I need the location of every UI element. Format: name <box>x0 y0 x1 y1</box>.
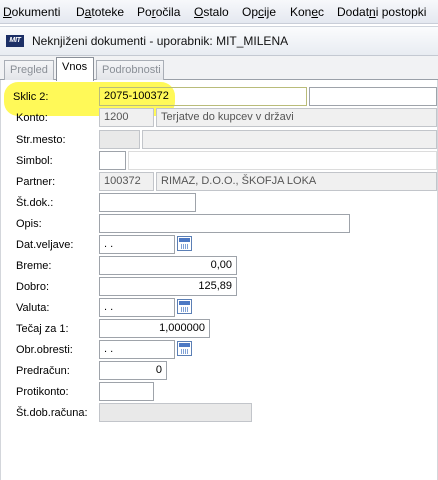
row-st-dob-racuna: Št.dob.računa: <box>0 403 438 423</box>
partner-code-field[interactable]: 100372 <box>99 172 154 191</box>
menu-porocila[interactable]: Poročila <box>137 5 180 19</box>
row-obr-obresti: Obr.obresti: . . <box>0 340 438 360</box>
obr-obresti-input[interactable]: . . <box>99 340 175 359</box>
predracun-label: Predračun: <box>16 365 70 377</box>
protikonto-label: Protikonto: <box>16 386 69 398</box>
sklic-input[interactable]: 2075-100372 <box>99 87 307 106</box>
row-tecaj: Tečaj za 1: 1,000000 <box>0 319 438 339</box>
sklic-extra-field[interactable] <box>309 87 437 106</box>
obr-obresti-label: Obr.obresti: <box>16 344 73 356</box>
protikonto-input[interactable] <box>99 382 154 401</box>
row-dobro: Dobro: 125,89 <box>0 277 438 297</box>
dat-veljave-input[interactable]: . . <box>99 235 175 254</box>
breme-input[interactable]: 0,00 <box>99 256 237 275</box>
opis-input[interactable] <box>99 214 350 233</box>
konto-label: Konto: <box>16 112 48 124</box>
simbol-description-field <box>128 151 437 170</box>
row-partner: Partner: 100372 RIMAZ, D.O.O., ŠKOFJA LO… <box>0 172 438 192</box>
menu-dodatni-postopki[interactable]: Dodatni postopki <box>337 5 426 19</box>
dat-veljave-label: Dat.veljave: <box>16 239 74 251</box>
row-sklic: Sklic 2: 2075-100372 <box>0 87 438 107</box>
tab-strip: Pregled Vnos Podrobnosti <box>0 56 438 81</box>
st-dob-racuna-input[interactable] <box>99 403 252 422</box>
sklic-label: Sklic 2: <box>13 91 49 103</box>
row-valuta: Valuta: . . <box>0 298 438 318</box>
opis-label: Opis: <box>16 218 42 230</box>
valuta-calendar-icon[interactable] <box>177 299 192 314</box>
tecaj-input[interactable]: 1,000000 <box>99 319 210 338</box>
menu-konec[interactable]: Konec <box>290 5 324 19</box>
window-title: Neknjiženi dokumenti - uporabnik: MIT_MI… <box>32 34 289 48</box>
konto-code-field[interactable]: 1200 <box>99 108 154 127</box>
valuta-label: Valuta: <box>16 302 50 314</box>
tab-podrobnosti[interactable]: Podrobnosti <box>96 60 164 80</box>
row-opis: Opis: <box>0 214 438 234</box>
menu-ostalo[interactable]: Ostalo <box>194 5 229 19</box>
valuta-input[interactable]: . . <box>99 298 175 317</box>
str-mesto-description-field <box>142 130 437 149</box>
menu-dokumenti[interactable]: Dokumenti <box>3 5 60 19</box>
breme-label: Breme: <box>16 260 52 272</box>
row-breme: Breme: 0,00 <box>0 256 438 276</box>
row-dat-veljave: Dat.veljave: . . <box>0 235 438 255</box>
window-title-bar: MIT Neknjiženi dokumenti - uporabnik: MI… <box>0 26 438 56</box>
dat-veljave-calendar-icon[interactable] <box>177 236 192 251</box>
konto-description-field: Terjatve do kupcev v državi <box>156 108 437 127</box>
row-predracun: Predračun: 0 <box>0 361 438 381</box>
simbol-input[interactable] <box>99 151 126 170</box>
menu-bar: Dokumenti Datoteke Poročila Ostalo Opcij… <box>0 0 438 24</box>
predracun-input[interactable]: 0 <box>99 361 167 380</box>
str-mesto-code-field[interactable] <box>99 130 140 149</box>
partner-description-field: RIMAZ, D.O.O., ŠKOFJA LOKA <box>156 172 437 191</box>
row-simbol: Simbol: <box>0 151 438 171</box>
st-dok-input[interactable] <box>99 193 196 212</box>
dobro-input[interactable]: 125,89 <box>99 277 237 296</box>
row-st-dok: Št.dok.: <box>0 193 438 213</box>
app-logo-icon: MIT <box>6 35 24 47</box>
st-dob-racuna-label: Št.dob.računa: <box>16 407 88 419</box>
obr-obresti-calendar-icon[interactable] <box>177 341 192 356</box>
tab-pregled[interactable]: Pregled <box>4 60 54 80</box>
partner-label: Partner: <box>16 176 56 188</box>
row-str-mesto: Str.mesto: <box>0 130 438 150</box>
dobro-label: Dobro: <box>16 281 50 293</box>
menu-datoteke[interactable]: Datoteke <box>76 5 124 19</box>
simbol-label: Simbol: <box>16 155 53 167</box>
st-dok-label: Št.dok.: <box>16 197 54 209</box>
row-konto: Konto: 1200 Terjatve do kupcev v državi <box>0 108 438 128</box>
menu-opcije[interactable]: Opcije <box>242 5 276 19</box>
str-mesto-label: Str.mesto: <box>16 134 66 146</box>
tab-vnos[interactable]: Vnos <box>56 57 94 81</box>
row-protikonto: Protikonto: <box>0 382 438 402</box>
tecaj-label: Tečaj za 1: <box>16 323 69 335</box>
